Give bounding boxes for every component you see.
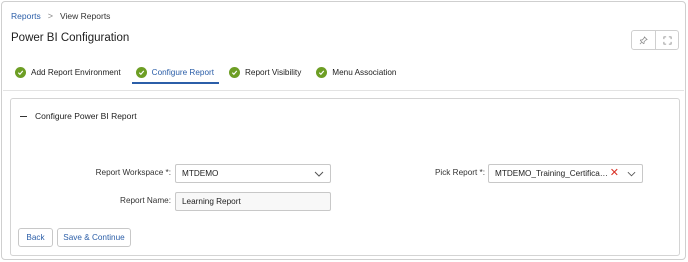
breadcrumb-current: View Reports	[60, 11, 111, 21]
pick-report-value: MTDEMO_Training_Certificate_e...	[495, 169, 610, 178]
report-name-label: Report Name:	[120, 196, 171, 205]
configure-report-panel: Configure Power BI Report Report Workspa…	[10, 98, 680, 256]
page-title: Power BI Configuration	[11, 32, 130, 44]
clear-icon[interactable]: ✕	[610, 168, 619, 179]
tab-label: Menu Association	[332, 67, 397, 77]
breadcrumb-reports-link[interactable]: Reports	[11, 11, 41, 21]
check-circle-icon	[15, 66, 26, 78]
window-controls	[631, 30, 679, 50]
tab-report-visibility[interactable]: Report Visibility	[225, 62, 306, 82]
check-circle-icon	[229, 66, 241, 78]
breadcrumb: Reports > View Reports	[11, 11, 110, 21]
tabs-divider	[3, 90, 684, 91]
chevron-down-icon	[627, 171, 636, 176]
report-name-input[interactable]: Learning Report	[175, 192, 331, 211]
tab-configure-report[interactable]: Configure Report	[131, 62, 220, 84]
tab-label: Configure Report	[151, 67, 215, 77]
expand-button[interactable]	[655, 31, 678, 49]
section-header[interactable]: Configure Power BI Report	[20, 111, 137, 121]
check-circle-icon	[135, 66, 147, 78]
pick-report-select[interactable]: MTDEMO_Training_Certificate_e... ✕	[488, 164, 643, 183]
save-continue-button[interactable]: Save & Continue	[57, 228, 131, 247]
workspace-label: Report Workspace *:	[95, 168, 171, 177]
breadcrumb-separator: >	[47, 11, 54, 21]
workspace-value: MTDEMO	[182, 169, 219, 178]
pin-icon	[639, 35, 648, 44]
tab-menu-association[interactable]: Menu Association	[312, 62, 401, 82]
expand-icon	[662, 35, 672, 45]
tab-add-report-environment[interactable]: Add Report Environment	[11, 62, 126, 82]
back-button[interactable]: Back	[18, 228, 53, 247]
pin-button[interactable]	[632, 31, 655, 49]
collapse-icon[interactable]	[20, 115, 27, 117]
workspace-select[interactable]: MTDEMO	[175, 164, 331, 183]
section-title: Configure Power BI Report	[35, 111, 137, 121]
tab-label: Report Visibility	[245, 67, 302, 77]
chevron-down-icon	[314, 171, 324, 177]
report-name-value: Learning Report	[182, 197, 241, 206]
page-frame: Reports > View Reports Power BI Configur…	[1, 1, 686, 260]
tab-label: Add Report Environment	[31, 67, 121, 77]
wizard-steps: Add Report Environment Configure Report …	[11, 62, 407, 84]
pick-report-label: Pick Report *:	[434, 168, 485, 177]
check-circle-icon	[316, 66, 328, 78]
